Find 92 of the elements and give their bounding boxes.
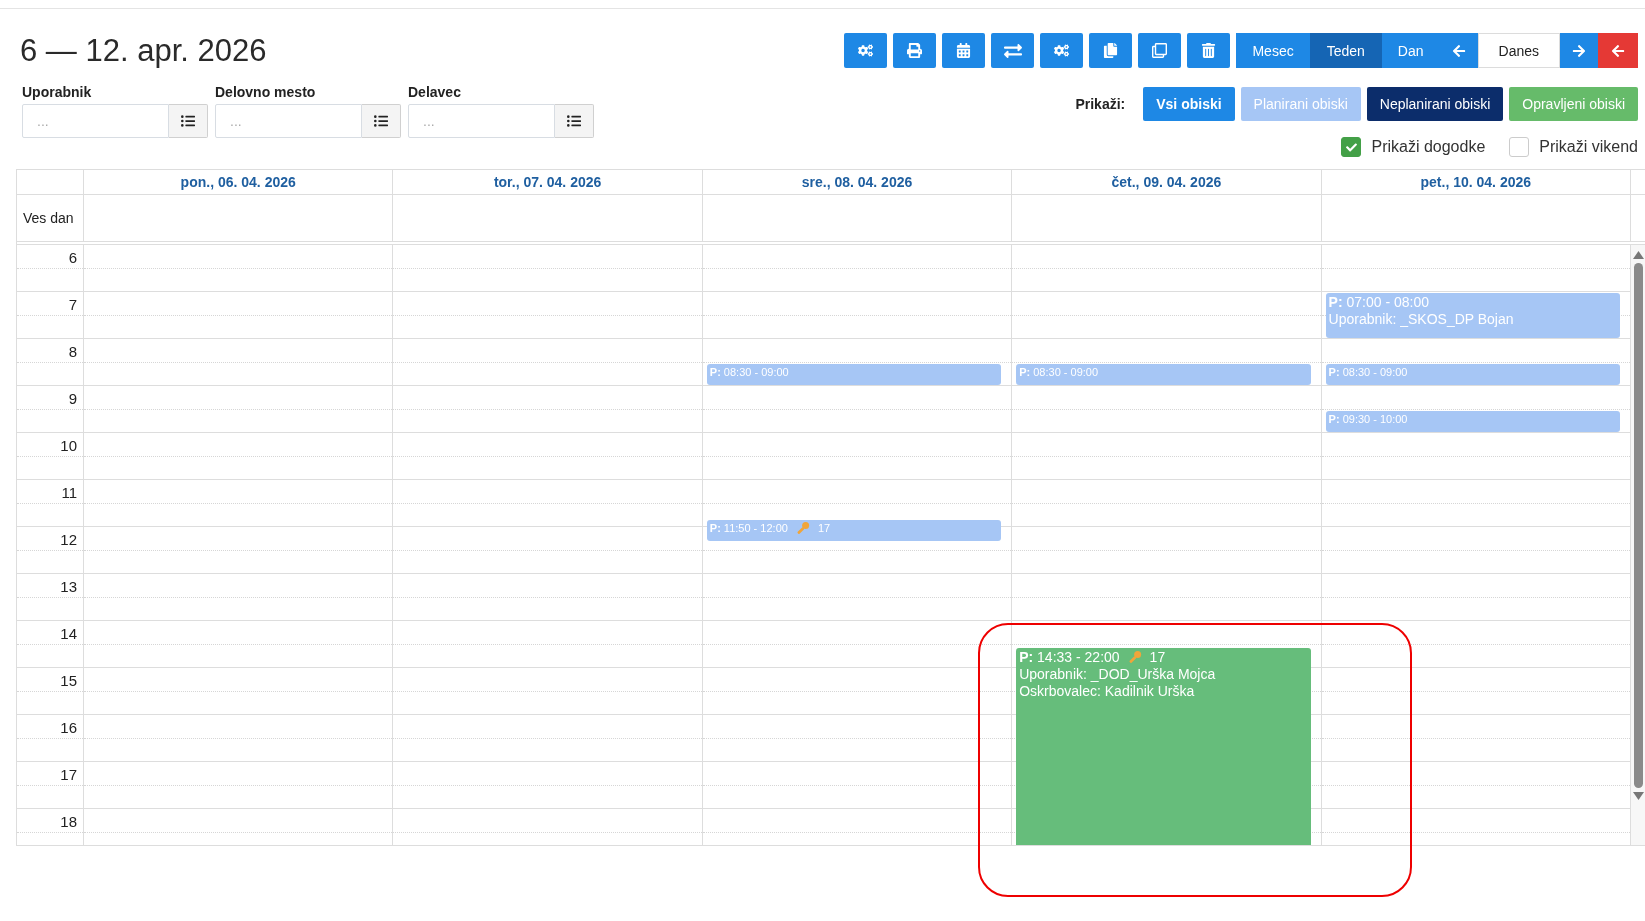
- list-button[interactable]: [555, 104, 594, 138]
- gears-icon: [1054, 43, 1070, 58]
- print-button[interactable]: [893, 33, 937, 68]
- swap-arrows-icon: [1003, 41, 1022, 60]
- hour-label: 16: [60, 719, 77, 736]
- event-time: P: 08:30 - 09:00: [1328, 364, 1408, 379]
- settings-button[interactable]: [1040, 33, 1084, 68]
- visit-filter-button[interactable]: Planirani obiski: [1240, 87, 1361, 121]
- calendar-event[interactable]: P: 07:00 - 08:00 Uporabnik: _SKOS_DP Bojan: [1325, 293, 1620, 338]
- calendar-event[interactable]: P: 08:30 - 09:00: [1016, 363, 1311, 385]
- event-detail: Uporabnik: _SKOS_DP Bojan: [1328, 311, 1515, 328]
- scrollbar-thumb[interactable]: [1634, 263, 1643, 788]
- next-button[interactable]: [1560, 33, 1598, 68]
- list-icon: [181, 114, 195, 128]
- calendar-event[interactable]: P: 14:33 - 22:00 17 Uporabnik: _DOD_Urška Mojca Oskrbovalec: Kadilnik Urška: [1016, 647, 1311, 845]
- date-range-title: 6 — 12. apr. 2026: [20, 32, 268, 70]
- all-day-label: Ves dan: [17, 195, 84, 241]
- hour-label: 14: [60, 625, 77, 642]
- copy-button[interactable]: [1089, 33, 1133, 68]
- filter-field[interactable]: ...: [22, 104, 169, 138]
- calendar-event[interactable]: P: 09:30 - 10:00: [1325, 410, 1620, 432]
- event-time: P: 08:30 - 09:00: [1019, 364, 1099, 379]
- event-detail: Oskrbovalec: Kadilnik Urška: [1019, 682, 1196, 700]
- visit-filter-button[interactable]: Opravljeni obiski: [1509, 87, 1638, 121]
- event-detail: Uporabnik: _DOD_Urška Mojca: [1019, 665, 1217, 683]
- day-header: pon., 06. 04. 2026: [84, 170, 394, 194]
- event-time: P: 11:50 - 12:00: [709, 521, 788, 536]
- list-icon: [374, 114, 388, 128]
- hour-label: 13: [60, 578, 77, 595]
- delete-button[interactable]: [1187, 33, 1231, 68]
- hour-label: 11: [61, 484, 77, 501]
- view-tab[interactable]: Dan: [1381, 33, 1440, 68]
- list-button[interactable]: [362, 104, 401, 138]
- hour-label: 10: [60, 437, 77, 454]
- scroll-up-icon: [1633, 251, 1644, 259]
- field-label: Uporabnik: [22, 84, 93, 100]
- list-button[interactable]: [169, 104, 208, 138]
- hour-label: 6: [68, 249, 77, 266]
- hour-label: 12: [60, 531, 77, 548]
- event-count: 17: [817, 521, 831, 536]
- field-label: Delovno mesto: [215, 84, 317, 100]
- event-time: P: 09:30 - 10:00: [1328, 411, 1408, 426]
- checkbox-label: Prikaži dogodke: [1371, 138, 1486, 156]
- hour-label: 7: [68, 296, 77, 313]
- day-header: tor., 07. 04. 2026: [393, 170, 703, 194]
- event-count: 17: [1149, 648, 1166, 666]
- day-header: pet., 10. 04. 2026: [1321, 170, 1631, 194]
- show-label: Prikaži:: [1075, 96, 1126, 112]
- checkbox[interactable]: [1509, 137, 1530, 157]
- view-tab[interactable]: Teden: [1309, 33, 1382, 68]
- print-icon: [907, 43, 923, 58]
- view-tab[interactable]: Mesec: [1236, 33, 1310, 68]
- field-label: Delavec: [408, 84, 462, 100]
- arrow-left-icon: [1451, 43, 1466, 58]
- key-icon: [795, 521, 810, 536]
- calendar-icon: [956, 43, 972, 58]
- event-time: P: 14:33 - 22:00: [1019, 648, 1120, 666]
- swap-button[interactable]: [991, 33, 1035, 68]
- key-icon: [1127, 650, 1142, 665]
- hour-label: 8: [68, 343, 77, 360]
- scroll-down-icon: [1633, 792, 1644, 800]
- filter-field[interactable]: ...: [215, 104, 362, 138]
- event-time: P: 08:30 - 09:00: [709, 364, 789, 379]
- today-button[interactable]: Danes: [1477, 33, 1560, 68]
- hour-label: 15: [60, 672, 77, 689]
- calendar-button[interactable]: [942, 33, 986, 68]
- duplicate-button[interactable]: [1138, 33, 1182, 68]
- day-header: sre., 08. 04. 2026: [702, 170, 1013, 194]
- filter-field[interactable]: ...: [408, 104, 555, 138]
- trash-icon: [1201, 43, 1217, 58]
- arrow-left-icon: [1611, 43, 1625, 58]
- hour-label: 17: [60, 766, 77, 783]
- hour-label: 9: [68, 390, 77, 407]
- arrow-right-icon: [1572, 43, 1586, 58]
- event-time: P: 07:00 - 08:00: [1328, 294, 1429, 311]
- overlapping-squares-icon: [1152, 43, 1168, 58]
- day-header: čet., 09. 04. 2026: [1012, 170, 1322, 194]
- calendar-event[interactable]: P: 08:30 - 09:00: [706, 363, 1002, 385]
- calendar-event[interactable]: P: 11:50 - 12:00 17: [706, 520, 1002, 542]
- hour-label: 18: [60, 813, 77, 830]
- visit-filter-button[interactable]: Vsi obiski: [1143, 87, 1235, 121]
- previous-button[interactable]: [1439, 33, 1478, 68]
- calendar-event[interactable]: P: 08:30 - 09:00: [1325, 363, 1620, 385]
- settings-button[interactable]: [844, 33, 888, 68]
- list-icon: [567, 114, 581, 128]
- copy-icon: [1103, 43, 1119, 58]
- check-icon: [1345, 141, 1357, 153]
- back-button[interactable]: [1598, 33, 1638, 68]
- visit-filter-button[interactable]: Neplanirani obiski: [1366, 87, 1504, 121]
- checkbox-label: Prikaži vikend: [1539, 138, 1638, 156]
- gears-icon: [858, 43, 874, 58]
- checkbox[interactable]: [1341, 137, 1362, 157]
